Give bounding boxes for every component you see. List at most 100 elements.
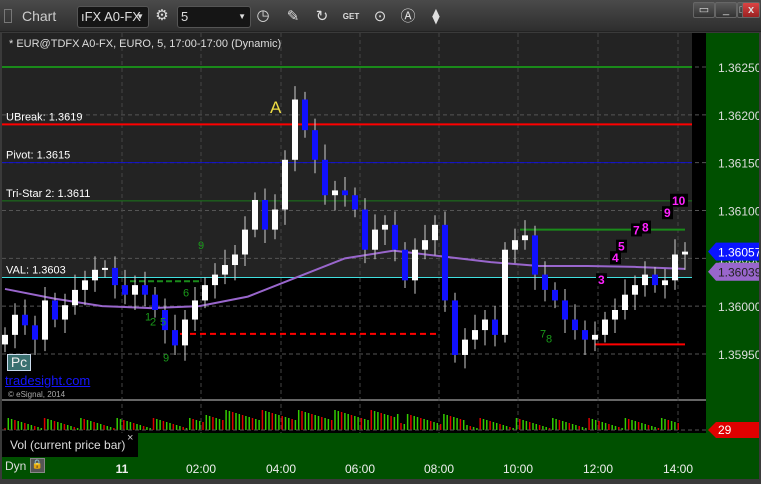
lock-icon[interactable]: 🔒	[30, 458, 45, 473]
link-icon[interactable]: ⧫	[426, 7, 446, 27]
candle	[372, 229, 378, 250]
candle	[142, 285, 148, 295]
chart-subtitle: * EUR@TDFX A0-FX, EURO, 5, 17:00-17:00 (…	[9, 38, 282, 50]
candle	[242, 229, 248, 255]
candle	[582, 330, 588, 340]
candle	[32, 325, 38, 340]
candle	[252, 199, 258, 230]
candle	[112, 267, 118, 286]
price-tick: 1.36000	[718, 300, 759, 314]
candle	[302, 99, 308, 131]
time-tick: 08:00	[424, 462, 454, 476]
count-green: 8	[546, 334, 552, 346]
count-green: 6	[183, 288, 189, 300]
candle	[392, 224, 398, 250]
candle	[522, 235, 528, 241]
gear-icon[interactable]: ⚙	[152, 6, 172, 26]
pc-badge[interactable]: Pc	[7, 354, 31, 371]
candle	[152, 294, 158, 310]
candle	[512, 240, 518, 250]
alert-icon[interactable]: Ⓐ	[398, 7, 418, 27]
candle	[22, 314, 28, 326]
ma-price-tag: 1.36039	[718, 266, 759, 280]
candle	[422, 240, 428, 250]
title-bar: Chart ıFX A0-FX ▼ ⚙ 5 ▼ ◷ ✎ ↻ GET ⊙ Ⓐ ⧫ ▭ …	[0, 0, 761, 32]
candle	[192, 300, 198, 320]
candle	[442, 224, 448, 301]
candle	[542, 274, 548, 290]
candle	[82, 280, 88, 290]
level-label: Pivot: 1.3615	[6, 150, 70, 162]
candle	[572, 319, 578, 331]
candle	[602, 319, 608, 335]
count-magenta: 3	[598, 273, 605, 287]
annotation-a: A	[270, 98, 282, 117]
time-tick: 02:00	[186, 462, 216, 476]
candle	[642, 274, 648, 286]
candle	[592, 334, 598, 340]
candle	[172, 330, 178, 346]
price-tick: 1.36200	[718, 109, 759, 123]
candle	[312, 130, 318, 160]
time-tick: 12:00	[583, 462, 613, 476]
candle	[412, 249, 418, 281]
candle	[352, 195, 358, 210]
candle	[52, 300, 58, 320]
candle	[122, 285, 128, 295]
interval-select[interactable]: 5 ▼	[177, 6, 251, 28]
price-tick: 1.36100	[718, 205, 759, 219]
candle	[662, 280, 668, 286]
chart-refresh-icon[interactable]: ↻	[312, 7, 332, 27]
count-green: 5	[160, 316, 166, 328]
close-volume-icon[interactable]: ×	[127, 432, 133, 444]
candle	[202, 285, 208, 301]
level-label: UBreak: 1.3619	[6, 111, 82, 123]
candle	[62, 305, 68, 320]
candle	[102, 267, 108, 270]
candle	[212, 274, 218, 286]
count-green: 9	[198, 240, 204, 252]
symbol-input[interactable]: ıFX A0-FX ▼	[77, 6, 149, 28]
candle	[652, 274, 658, 286]
dyn-label[interactable]: Dyn	[5, 459, 26, 473]
last-price-tag: 1.36057	[718, 246, 759, 260]
dock-button[interactable]: ▭	[693, 2, 715, 18]
clock-icon[interactable]: ◷	[253, 6, 273, 26]
minimize-button[interactable]: _	[715, 2, 737, 18]
pencil-icon[interactable]: ✎	[283, 7, 303, 27]
candle	[682, 251, 688, 255]
window-title: Chart	[22, 8, 57, 24]
volume-tab[interactable]: Vol (current price bar)	[2, 434, 136, 456]
candle	[222, 265, 228, 275]
drag-handle-icon[interactable]	[4, 9, 12, 23]
candle	[272, 209, 278, 230]
candle	[502, 249, 508, 335]
count-magenta: 10	[672, 194, 686, 208]
volume-tag-bg	[708, 422, 759, 438]
time-tick: 11	[116, 462, 129, 476]
candle	[622, 294, 628, 310]
candle	[402, 249, 408, 281]
candle	[612, 309, 618, 320]
candle	[562, 300, 568, 320]
count-green: 2	[150, 316, 156, 328]
candle	[42, 300, 48, 340]
candle	[72, 289, 78, 306]
upper-bg	[2, 33, 692, 278]
get-icon[interactable]: GET	[341, 7, 361, 27]
site-link[interactable]: tradesight.com	[5, 373, 90, 388]
candle	[12, 314, 18, 335]
chart-area[interactable]: 1.362501.362001.361501.361001.360501.360…	[2, 33, 761, 479]
price-chart[interactable]: 1.362501.362001.361501.361001.360501.360…	[2, 33, 761, 479]
candle	[472, 330, 478, 340]
count-magenta: 8	[642, 221, 649, 235]
candle	[332, 190, 338, 196]
play-icon[interactable]: ⊙	[370, 7, 390, 27]
candle	[322, 159, 328, 196]
candle	[2, 334, 8, 345]
candle	[492, 319, 498, 335]
time-tick: 04:00	[266, 462, 296, 476]
candle	[342, 190, 348, 196]
candle	[452, 300, 458, 355]
close-button[interactable]: x	[742, 2, 760, 18]
